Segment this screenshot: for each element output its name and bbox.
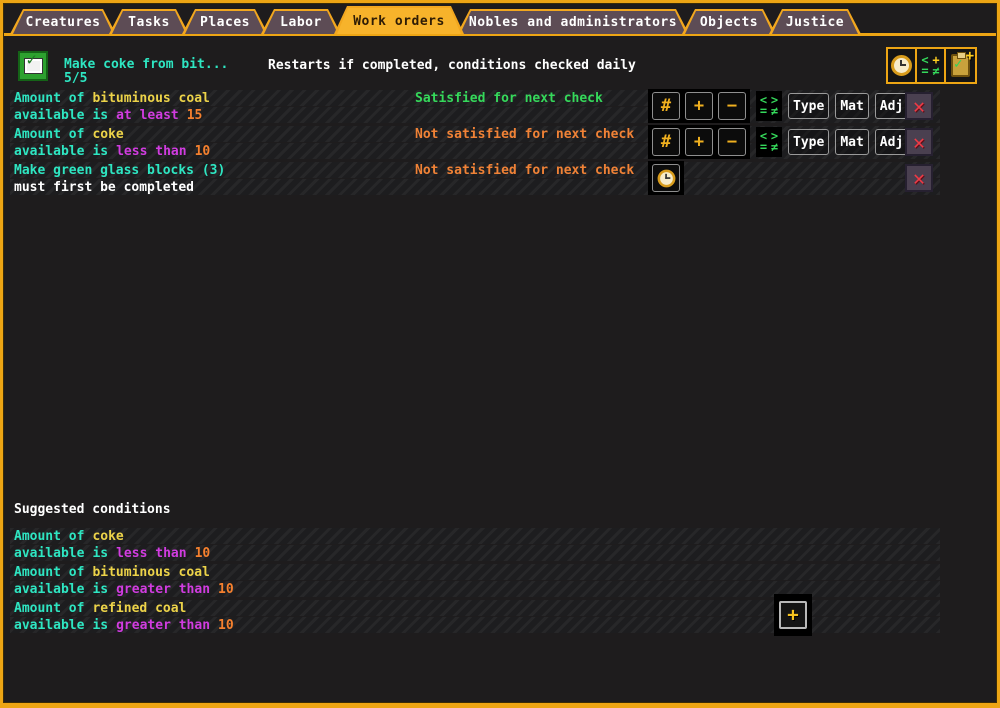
increase-amount-button[interactable]: +	[685, 128, 713, 156]
suggested-line1: Amount ofrefined coal	[14, 601, 194, 616]
tab-label: Nobles and administrators	[469, 15, 677, 30]
amount-button-group: # + −	[648, 89, 750, 123]
condition-line1: Amount ofcoke	[14, 127, 132, 142]
suggested-line1: Amount ofbituminous coal	[14, 565, 218, 580]
tab-label: Labor	[280, 15, 322, 30]
comparison-icon: <> =≠	[758, 131, 780, 153]
close-icon: ✕	[913, 166, 925, 190]
clock-icon	[891, 55, 912, 76]
condition-row: Amount ofcoke Not satisfied for next che…	[10, 124, 940, 160]
comparison-icon: <> =≠	[758, 95, 780, 117]
set-amount-button[interactable]: #	[652, 128, 680, 156]
add-delay-condition-button[interactable]	[888, 49, 917, 82]
delete-condition-button[interactable]: ✕	[905, 164, 933, 192]
hash-icon: #	[661, 132, 671, 152]
condition-line2: availableisless than10	[14, 144, 218, 159]
suggested-condition-list: Amount ofcoke availableisless than10 Amo…	[10, 526, 940, 634]
suggested-line2: availableisless than10	[14, 546, 218, 561]
tab-work-orders[interactable]: Work orders	[334, 6, 464, 34]
suggested-condition-row[interactable]: Amount ofcoke availableisless than10	[10, 526, 940, 562]
suggested-conditions-heading: Suggested conditions	[14, 502, 171, 517]
comparison-plus-icon: <+ =≠	[920, 55, 942, 77]
tab-label: Places	[200, 15, 250, 30]
suggested-line2: availableisgreater than10	[14, 618, 242, 633]
adj-button[interactable]: Adj	[875, 129, 908, 155]
tab-label: Objects	[700, 15, 758, 30]
amount-button-group: # + −	[648, 125, 750, 159]
tab-label: Tasks	[128, 15, 170, 30]
order-condition-group	[648, 161, 684, 195]
plus-icon: +	[694, 96, 704, 116]
checkbox-checked-icon: ✓	[25, 59, 42, 73]
condition-line1: Make green glass blocks (3)	[14, 163, 233, 178]
mat-button[interactable]: Mat	[835, 129, 868, 155]
condition-toolbar: <+ =≠ ✓ +	[886, 47, 977, 84]
plus-icon: +	[787, 604, 798, 626]
condition-status: Satisfied for next check	[415, 91, 603, 106]
condition-row: Amount ofbituminous coal Satisfied for n…	[10, 88, 940, 124]
order-title: Make coke from bit...	[64, 57, 228, 72]
check-icon: ✓	[27, 52, 37, 69]
mat-button[interactable]: Mat	[835, 93, 868, 119]
type-button[interactable]: Type	[788, 93, 829, 119]
order-delay-button[interactable]	[652, 164, 680, 192]
tab-label: Work orders	[353, 14, 445, 29]
hash-icon: #	[661, 96, 671, 116]
comparison-toggle-button[interactable]: <> =≠	[756, 91, 782, 121]
order-enabled-checkbox[interactable]: ✓	[18, 51, 48, 81]
close-icon: ✕	[913, 94, 925, 118]
delete-condition-button[interactable]: ✕	[905, 128, 933, 156]
suggested-line2: availableisgreater than10	[14, 582, 242, 597]
tab-justice[interactable]: Justice	[769, 9, 861, 34]
tab-tasks[interactable]: Tasks	[109, 9, 189, 34]
suggested-condition-row[interactable]: Amount ofbituminous coal availableisgrea…	[10, 562, 940, 598]
add-suggested-condition-button[interactable]: +	[779, 601, 807, 629]
order-progress: 5/5	[64, 71, 87, 86]
condition-controls: # + − <> =≠ Type Mat Adj	[648, 88, 908, 124]
plus-icon: +	[694, 132, 704, 152]
condition-controls: # + − <> =≠ Type Mat Adj	[648, 124, 908, 160]
condition-status: Not satisfied for next check	[415, 127, 634, 142]
tab-nobles-and-administrators[interactable]: Nobles and administrators	[457, 9, 689, 34]
clipboard-plus-icon: ✓ +	[951, 54, 970, 77]
decrease-amount-button[interactable]: −	[718, 92, 746, 120]
delete-condition-button[interactable]: ✕	[905, 92, 933, 120]
type-button[interactable]: Type	[788, 129, 829, 155]
close-icon: ✕	[913, 130, 925, 154]
condition-line2: must first be completed	[14, 180, 202, 195]
adj-button[interactable]: Adj	[875, 93, 908, 119]
tab-creatures[interactable]: Creatures	[10, 9, 116, 34]
tab-label: Creatures	[26, 15, 101, 30]
add-new-condition-button[interactable]: <+ =≠	[917, 49, 946, 82]
add-suggested-condition-overlay: +	[774, 594, 812, 636]
tab-labor[interactable]: Labor	[261, 9, 341, 34]
top-tab-bar: Creatures Tasks Places Labor Work orders…	[10, 7, 854, 34]
add-condition-from-order-button[interactable]: ✓ +	[946, 49, 975, 82]
work-orders-screen: Creatures Tasks Places Labor Work orders…	[0, 0, 1000, 708]
suggested-line1: Amount ofcoke	[14, 529, 132, 544]
tab-objects[interactable]: Objects	[682, 9, 776, 34]
increase-amount-button[interactable]: +	[685, 92, 713, 120]
condition-row: Make green glass blocks (3) Not satisfie…	[10, 160, 940, 196]
condition-list: Amount ofbituminous coal Satisfied for n…	[10, 88, 940, 196]
set-amount-button[interactable]: #	[652, 92, 680, 120]
minus-icon: −	[727, 132, 737, 152]
comparison-toggle-button[interactable]: <> =≠	[756, 127, 782, 157]
decrease-amount-button[interactable]: −	[718, 128, 746, 156]
tab-label: Justice	[786, 15, 844, 30]
minus-icon: −	[727, 96, 737, 116]
suggested-condition-row[interactable]: Amount ofrefined coal availableisgreater…	[10, 598, 940, 634]
condition-status: Not satisfied for next check	[415, 163, 634, 178]
order-restart-note: Restarts if completed, conditions checke…	[268, 58, 636, 73]
condition-line1: Amount ofbituminous coal	[14, 91, 218, 106]
tab-places[interactable]: Places	[182, 9, 268, 34]
clock-icon	[657, 169, 675, 187]
condition-controls	[648, 160, 684, 196]
condition-line2: availableisat least15	[14, 108, 210, 123]
